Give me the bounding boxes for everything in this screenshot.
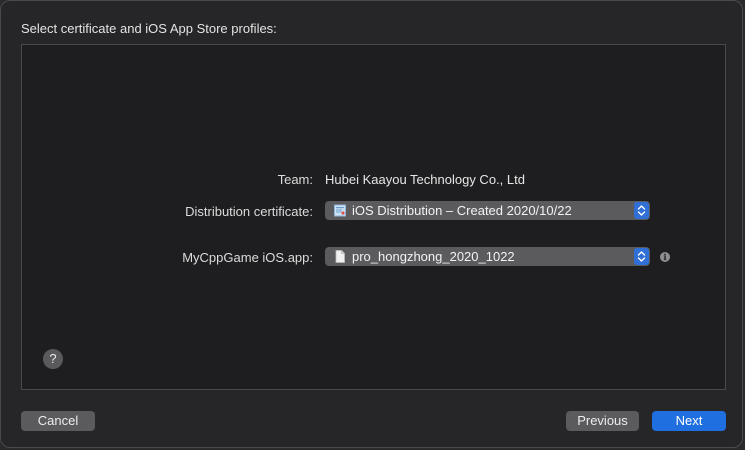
profile-popup-value: pro_hongzhong_2020_1022 xyxy=(352,249,515,264)
info-icon[interactable]: i xyxy=(660,252,670,262)
certificate-label: Distribution certificate: xyxy=(185,204,313,219)
team-label: Team: xyxy=(277,172,313,187)
dialog-window: Select certificate and iOS App Store pro… xyxy=(0,0,743,448)
dialog-heading: Select certificate and iOS App Store pro… xyxy=(21,21,277,36)
cancel-button[interactable]: Cancel xyxy=(21,411,95,431)
chevron-updown-icon xyxy=(634,248,649,265)
profile-popup[interactable]: pro_hongzhong_2020_1022 xyxy=(325,247,650,266)
profile-label: MyCppGame iOS.app: xyxy=(182,250,313,265)
certificate-icon xyxy=(334,204,346,217)
team-value: Hubei Kaayou Technology Co., Ltd xyxy=(325,172,525,187)
certificate-popup[interactable]: iOS Distribution – Created 2020/10/22 xyxy=(325,201,650,220)
next-button[interactable]: Next xyxy=(652,411,726,431)
previous-button[interactable]: Previous xyxy=(566,411,639,431)
chevron-updown-icon xyxy=(634,202,649,219)
certificate-popup-value: iOS Distribution – Created 2020/10/22 xyxy=(352,203,572,218)
help-button[interactable]: ? xyxy=(43,349,63,369)
document-icon xyxy=(334,250,346,263)
